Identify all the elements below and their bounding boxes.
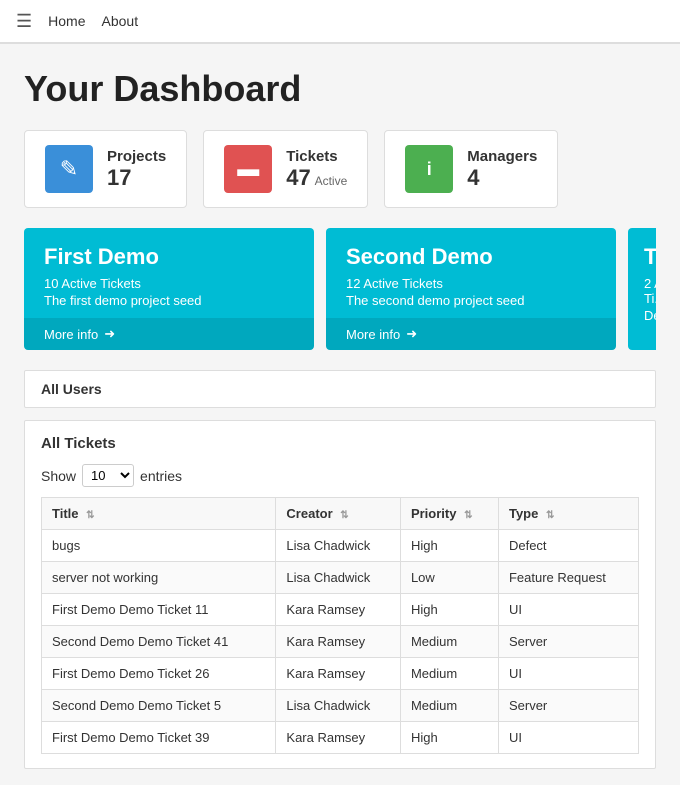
summary-cards-row: ✎ Projects 17 ▬ Tickets 47 Active i Mana…: [24, 130, 656, 208]
show-entries-row: Show 10 25 50 100 entries: [41, 464, 639, 487]
second-demo-more-info[interactable]: More info ➜: [326, 318, 616, 350]
table-header-row: Title ⇅ Creator ⇅ Priority ⇅ Type ⇅: [42, 498, 639, 530]
cell-type: Server: [498, 626, 638, 658]
cell-title: bugs: [42, 530, 276, 562]
first-demo-more-info[interactable]: More info ➜: [24, 318, 314, 350]
summary-card-managers: i Managers 4: [384, 130, 558, 208]
summary-card-tickets: ▬ Tickets 47 Active: [203, 130, 368, 208]
summary-card-projects-info: Projects 17: [107, 148, 166, 191]
summary-card-projects: ✎ Projects 17: [24, 130, 187, 208]
managers-label: Managers: [467, 148, 537, 165]
table-row: Second Demo Demo Ticket 41Kara RamseyMed…: [42, 626, 639, 658]
cell-priority: Medium: [400, 690, 498, 722]
project-card-test: Test 2 Active Ti... Descriptio...: [628, 228, 656, 350]
tickets-value-row: 47 Active: [286, 165, 347, 191]
priority-sort-icon: ⇅: [464, 510, 472, 521]
tickets-label: Tickets: [286, 148, 347, 165]
page-title: Your Dashboard: [24, 68, 656, 110]
cell-priority: High: [400, 722, 498, 754]
cell-title: Second Demo Demo Ticket 5: [42, 690, 276, 722]
managers-icon: i: [405, 145, 453, 193]
test-tickets: 2 Active Ti...: [644, 276, 656, 306]
first-demo-tickets: 10 Active Tickets: [44, 276, 294, 291]
cell-title: First Demo Demo Ticket 26: [42, 658, 276, 690]
cell-creator: Kara Ramsey: [276, 626, 401, 658]
test-desc: Descriptio...: [644, 308, 656, 323]
summary-card-tickets-info: Tickets 47 Active: [286, 148, 347, 191]
show-label: Show: [41, 468, 76, 484]
project-cards-row: First Demo 10 Active Tickets The first d…: [24, 228, 656, 350]
first-demo-title: First Demo: [44, 244, 294, 270]
col-title[interactable]: Title ⇅: [42, 498, 276, 530]
cell-creator: Kara Ramsey: [276, 658, 401, 690]
col-priority[interactable]: Priority ⇅: [400, 498, 498, 530]
cell-type: UI: [498, 594, 638, 626]
projects-icon: ✎: [45, 145, 93, 193]
tickets-count: 47: [286, 165, 310, 190]
nav-about[interactable]: About: [102, 13, 139, 29]
cell-title: First Demo Demo Ticket 39: [42, 722, 276, 754]
second-demo-title: Second Demo: [346, 244, 596, 270]
managers-value: 4: [467, 165, 537, 191]
tickets-table: Title ⇅ Creator ⇅ Priority ⇅ Type ⇅ bugs…: [41, 497, 639, 754]
table-row: First Demo Demo Ticket 11Kara RamseyHigh…: [42, 594, 639, 626]
cell-title: First Demo Demo Ticket 11: [42, 594, 276, 626]
cell-creator: Kara Ramsey: [276, 722, 401, 754]
cell-type: Defect: [498, 530, 638, 562]
tickets-sub: Active: [315, 174, 348, 188]
type-sort-icon: ⇅: [546, 510, 554, 521]
tickets-section: All Tickets Show 10 25 50 100 entries Ti…: [24, 420, 656, 769]
col-type[interactable]: Type ⇅: [498, 498, 638, 530]
tickets-section-title: All Tickets: [41, 435, 639, 452]
first-demo-desc: The first demo project seed: [44, 293, 294, 308]
cell-type: UI: [498, 722, 638, 754]
cell-priority: Medium: [400, 658, 498, 690]
projects-value: 17: [107, 165, 166, 191]
test-title: Test: [644, 244, 656, 270]
navbar: ☰ Home About: [0, 0, 680, 44]
cell-creator: Lisa Chadwick: [276, 530, 401, 562]
all-users-label: All Users: [41, 381, 102, 397]
nav-home[interactable]: Home: [48, 13, 85, 29]
table-row: server not workingLisa ChadwickLowFeatur…: [42, 562, 639, 594]
cell-title: server not working: [42, 562, 276, 594]
tickets-icon: ▬: [224, 145, 272, 193]
projects-label: Projects: [107, 148, 166, 165]
cell-type: UI: [498, 658, 638, 690]
table-row: First Demo Demo Ticket 26Kara RamseyMedi…: [42, 658, 639, 690]
cell-type: Server: [498, 690, 638, 722]
second-demo-desc: The second demo project seed: [346, 293, 596, 308]
hamburger-icon[interactable]: ☰: [16, 11, 32, 32]
cell-creator: Lisa Chadwick: [276, 562, 401, 594]
page-content: Your Dashboard ✎ Projects 17 ▬ Tickets 4…: [0, 44, 680, 785]
title-sort-icon: ⇅: [86, 510, 94, 521]
summary-card-managers-info: Managers 4: [467, 148, 537, 191]
cell-priority: High: [400, 530, 498, 562]
project-card-second-demo: Second Demo 12 Active Tickets The second…: [326, 228, 616, 350]
cell-priority: High: [400, 594, 498, 626]
all-users-header: All Users: [24, 370, 656, 408]
first-demo-more-info-label: More info: [44, 327, 98, 342]
cell-title: Second Demo Demo Ticket 41: [42, 626, 276, 658]
col-creator[interactable]: Creator ⇅: [276, 498, 401, 530]
second-demo-more-info-label: More info: [346, 327, 400, 342]
project-card-first-demo: First Demo 10 Active Tickets The first d…: [24, 228, 314, 350]
cell-creator: Kara Ramsey: [276, 594, 401, 626]
cell-priority: Medium: [400, 626, 498, 658]
cell-creator: Lisa Chadwick: [276, 690, 401, 722]
entries-label: entries: [140, 468, 182, 484]
entries-select[interactable]: 10 25 50 100: [82, 464, 134, 487]
table-row: First Demo Demo Ticket 39Kara RamseyHigh…: [42, 722, 639, 754]
second-demo-tickets: 12 Active Tickets: [346, 276, 596, 291]
cell-priority: Low: [400, 562, 498, 594]
cell-type: Feature Request: [498, 562, 638, 594]
table-row: Second Demo Demo Ticket 5Lisa ChadwickMe…: [42, 690, 639, 722]
table-row: bugsLisa ChadwickHighDefect: [42, 530, 639, 562]
second-demo-arrow-icon: ➜: [406, 326, 417, 342]
first-demo-arrow-icon: ➜: [104, 326, 115, 342]
creator-sort-icon: ⇅: [340, 510, 348, 521]
